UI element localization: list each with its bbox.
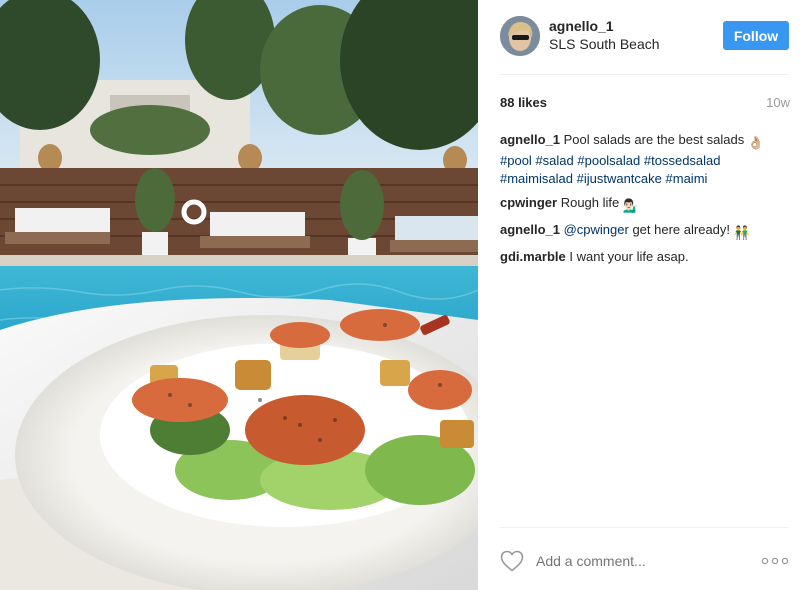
post-location[interactable]: SLS South Beach <box>549 36 660 52</box>
comment-text: I want your life asap. <box>569 249 689 264</box>
post-details-panel: agnello_1 SLS South Beach Follow 88 like… <box>478 0 810 590</box>
comment-username[interactable]: cpwinger <box>500 195 557 210</box>
ok-hand-emoji: 👌🏼 <box>747 135 765 150</box>
comment-text: Rough life <box>560 195 620 210</box>
comment-text: get here already! <box>632 222 731 237</box>
person-tipping-hand-emoji: 💁🏻‍♂ <box>622 198 640 213</box>
comment-username[interactable]: agnello_1 <box>500 222 560 237</box>
profile-photo-icon <box>500 16 540 56</box>
heart-icon[interactable] <box>500 550 524 572</box>
likes-count[interactable]: 88 likes <box>500 95 547 110</box>
post-photo[interactable] <box>0 0 478 590</box>
add-comment-input[interactable] <box>536 553 736 569</box>
hashtag[interactable]: #maimi <box>666 171 708 186</box>
salad-pool-image <box>0 0 478 590</box>
hashtag[interactable]: #maimisalad <box>500 171 573 186</box>
comment-caption: agnello_1 Pool salads are the best salad… <box>500 131 792 188</box>
comment-username[interactable]: gdi.marble <box>500 249 566 264</box>
comment-username[interactable]: agnello_1 <box>500 132 560 147</box>
post-header: agnello_1 SLS South Beach Follow <box>478 0 810 75</box>
comment-item: cpwinger Rough life 💁🏻‍♂ <box>500 194 792 215</box>
comment-mention[interactable]: @cpwinger <box>564 222 629 237</box>
hashtag[interactable]: #ijustwantcake <box>577 171 662 186</box>
hashtag[interactable]: #pool <box>500 153 532 168</box>
comment-text: Pool salads are the best salads <box>563 132 745 147</box>
comment-item: agnello_1 @cpwinger get here already! 👬 <box>500 221 792 242</box>
hashtag[interactable]: #poolsalad <box>577 153 640 168</box>
follow-button[interactable]: Follow <box>723 21 789 50</box>
comments-list: agnello_1 Pool salads are the best salad… <box>500 131 792 272</box>
header-divider <box>500 74 788 75</box>
post-author-username[interactable]: agnello_1 <box>549 18 614 34</box>
footer-divider <box>500 527 788 528</box>
two-men-emoji: 👬 <box>733 225 750 240</box>
hashtag[interactable]: #tossedsalad <box>644 153 721 168</box>
more-options-icon[interactable] <box>761 557 789 565</box>
hashtag[interactable]: #salad <box>535 153 573 168</box>
comment-item: gdi.marble I want your life asap. <box>500 248 792 266</box>
post-age[interactable]: 10w <box>766 95 790 110</box>
avatar[interactable] <box>500 16 540 56</box>
